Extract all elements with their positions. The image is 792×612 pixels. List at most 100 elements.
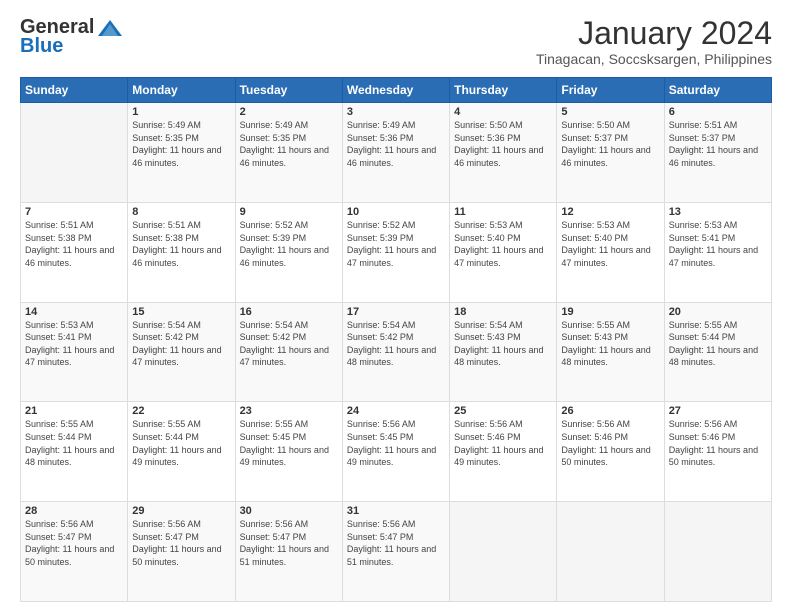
day-info: Sunrise: 5:55 AMSunset: 5:44 PMDaylight:… <box>132 418 230 468</box>
day-number: 1 <box>132 106 230 118</box>
calendar-cell: 26Sunrise: 5:56 AMSunset: 5:46 PMDayligh… <box>557 402 664 502</box>
day-number: 22 <box>132 405 230 417</box>
day-info: Sunrise: 5:50 AMSunset: 5:37 PMDaylight:… <box>561 119 659 169</box>
day-info: Sunrise: 5:56 AMSunset: 5:45 PMDaylight:… <box>347 418 445 468</box>
calendar-cell: 16Sunrise: 5:54 AMSunset: 5:42 PMDayligh… <box>235 302 342 402</box>
day-info: Sunrise: 5:56 AMSunset: 5:47 PMDaylight:… <box>132 518 230 568</box>
calendar-week-2: 14Sunrise: 5:53 AMSunset: 5:41 PMDayligh… <box>21 302 772 402</box>
day-info: Sunrise: 5:56 AMSunset: 5:46 PMDaylight:… <box>561 418 659 468</box>
calendar-cell: 12Sunrise: 5:53 AMSunset: 5:40 PMDayligh… <box>557 202 664 302</box>
calendar-table: Sunday Monday Tuesday Wednesday Thursday… <box>20 77 772 602</box>
calendar-cell: 5Sunrise: 5:50 AMSunset: 5:37 PMDaylight… <box>557 103 664 203</box>
day-number: 5 <box>561 106 659 118</box>
calendar-cell: 30Sunrise: 5:56 AMSunset: 5:47 PMDayligh… <box>235 502 342 602</box>
day-number: 16 <box>240 306 338 318</box>
calendar-cell: 18Sunrise: 5:54 AMSunset: 5:43 PMDayligh… <box>450 302 557 402</box>
day-info: Sunrise: 5:55 AMSunset: 5:44 PMDaylight:… <box>25 418 123 468</box>
day-number: 17 <box>347 306 445 318</box>
calendar-cell: 8Sunrise: 5:51 AMSunset: 5:38 PMDaylight… <box>128 202 235 302</box>
day-info: Sunrise: 5:56 AMSunset: 5:47 PMDaylight:… <box>347 518 445 568</box>
day-info: Sunrise: 5:56 AMSunset: 5:47 PMDaylight:… <box>240 518 338 568</box>
day-info: Sunrise: 5:49 AMSunset: 5:35 PMDaylight:… <box>132 119 230 169</box>
col-monday: Monday <box>128 78 235 103</box>
day-info: Sunrise: 5:53 AMSunset: 5:41 PMDaylight:… <box>25 319 123 369</box>
day-number: 20 <box>669 306 767 318</box>
calendar-cell: 13Sunrise: 5:53 AMSunset: 5:41 PMDayligh… <box>664 202 771 302</box>
day-number: 25 <box>454 405 552 417</box>
day-info: Sunrise: 5:56 AMSunset: 5:46 PMDaylight:… <box>454 418 552 468</box>
day-number: 14 <box>25 306 123 318</box>
day-number: 6 <box>669 106 767 118</box>
calendar-cell: 28Sunrise: 5:56 AMSunset: 5:47 PMDayligh… <box>21 502 128 602</box>
day-number: 31 <box>347 505 445 517</box>
calendar-cell: 20Sunrise: 5:55 AMSunset: 5:44 PMDayligh… <box>664 302 771 402</box>
calendar-cell: 9Sunrise: 5:52 AMSunset: 5:39 PMDaylight… <box>235 202 342 302</box>
day-info: Sunrise: 5:52 AMSunset: 5:39 PMDaylight:… <box>347 219 445 269</box>
day-number: 7 <box>25 206 123 218</box>
calendar-cell: 3Sunrise: 5:49 AMSunset: 5:36 PMDaylight… <box>342 103 449 203</box>
day-info: Sunrise: 5:55 AMSunset: 5:44 PMDaylight:… <box>669 319 767 369</box>
calendar-week-1: 7Sunrise: 5:51 AMSunset: 5:38 PMDaylight… <box>21 202 772 302</box>
day-number: 30 <box>240 505 338 517</box>
col-thursday: Thursday <box>450 78 557 103</box>
calendar-cell: 27Sunrise: 5:56 AMSunset: 5:46 PMDayligh… <box>664 402 771 502</box>
col-friday: Friday <box>557 78 664 103</box>
calendar-week-0: 1Sunrise: 5:49 AMSunset: 5:35 PMDaylight… <box>21 103 772 203</box>
calendar-cell: 1Sunrise: 5:49 AMSunset: 5:35 PMDaylight… <box>128 103 235 203</box>
calendar-cell: 23Sunrise: 5:55 AMSunset: 5:45 PMDayligh… <box>235 402 342 502</box>
day-info: Sunrise: 5:50 AMSunset: 5:36 PMDaylight:… <box>454 119 552 169</box>
day-number: 19 <box>561 306 659 318</box>
col-wednesday: Wednesday <box>342 78 449 103</box>
day-info: Sunrise: 5:54 AMSunset: 5:42 PMDaylight:… <box>347 319 445 369</box>
calendar-cell: 15Sunrise: 5:54 AMSunset: 5:42 PMDayligh… <box>128 302 235 402</box>
month-title: January 2024 <box>536 16 772 51</box>
day-number: 23 <box>240 405 338 417</box>
day-info: Sunrise: 5:54 AMSunset: 5:42 PMDaylight:… <box>240 319 338 369</box>
calendar-cell: 22Sunrise: 5:55 AMSunset: 5:44 PMDayligh… <box>128 402 235 502</box>
calendar-cell: 10Sunrise: 5:52 AMSunset: 5:39 PMDayligh… <box>342 202 449 302</box>
calendar-cell: 31Sunrise: 5:56 AMSunset: 5:47 PMDayligh… <box>342 502 449 602</box>
calendar-cell: 19Sunrise: 5:55 AMSunset: 5:43 PMDayligh… <box>557 302 664 402</box>
calendar-header: Sunday Monday Tuesday Wednesday Thursday… <box>21 78 772 103</box>
day-info: Sunrise: 5:56 AMSunset: 5:46 PMDaylight:… <box>669 418 767 468</box>
day-info: Sunrise: 5:56 AMSunset: 5:47 PMDaylight:… <box>25 518 123 568</box>
day-number: 13 <box>669 206 767 218</box>
day-number: 2 <box>240 106 338 118</box>
location: Tinagacan, Soccsksargen, Philippines <box>536 51 772 67</box>
calendar-cell: 21Sunrise: 5:55 AMSunset: 5:44 PMDayligh… <box>21 402 128 502</box>
day-info: Sunrise: 5:53 AMSunset: 5:40 PMDaylight:… <box>561 219 659 269</box>
calendar-cell <box>21 103 128 203</box>
calendar-cell: 2Sunrise: 5:49 AMSunset: 5:35 PMDaylight… <box>235 103 342 203</box>
day-info: Sunrise: 5:51 AMSunset: 5:38 PMDaylight:… <box>25 219 123 269</box>
calendar-cell: 7Sunrise: 5:51 AMSunset: 5:38 PMDaylight… <box>21 202 128 302</box>
logo: General Blue <box>20 16 124 58</box>
calendar-cell: 24Sunrise: 5:56 AMSunset: 5:45 PMDayligh… <box>342 402 449 502</box>
day-info: Sunrise: 5:53 AMSunset: 5:40 PMDaylight:… <box>454 219 552 269</box>
col-saturday: Saturday <box>664 78 771 103</box>
day-number: 21 <box>25 405 123 417</box>
header: General Blue January 2024 Tinagacan, Soc… <box>20 16 772 67</box>
calendar-week-4: 28Sunrise: 5:56 AMSunset: 5:47 PMDayligh… <box>21 502 772 602</box>
col-sunday: Sunday <box>21 78 128 103</box>
day-info: Sunrise: 5:55 AMSunset: 5:45 PMDaylight:… <box>240 418 338 468</box>
calendar-cell <box>450 502 557 602</box>
day-number: 8 <box>132 206 230 218</box>
logo-blue: Blue <box>20 35 63 58</box>
day-number: 28 <box>25 505 123 517</box>
calendar-cell: 6Sunrise: 5:51 AMSunset: 5:37 PMDaylight… <box>664 103 771 203</box>
day-number: 3 <box>347 106 445 118</box>
days-row: Sunday Monday Tuesday Wednesday Thursday… <box>21 78 772 103</box>
calendar-cell: 11Sunrise: 5:53 AMSunset: 5:40 PMDayligh… <box>450 202 557 302</box>
day-info: Sunrise: 5:52 AMSunset: 5:39 PMDaylight:… <box>240 219 338 269</box>
day-number: 10 <box>347 206 445 218</box>
day-info: Sunrise: 5:53 AMSunset: 5:41 PMDaylight:… <box>669 219 767 269</box>
day-info: Sunrise: 5:49 AMSunset: 5:35 PMDaylight:… <box>240 119 338 169</box>
day-number: 24 <box>347 405 445 417</box>
day-info: Sunrise: 5:51 AMSunset: 5:37 PMDaylight:… <box>669 119 767 169</box>
calendar-cell <box>664 502 771 602</box>
day-info: Sunrise: 5:55 AMSunset: 5:43 PMDaylight:… <box>561 319 659 369</box>
calendar-cell: 4Sunrise: 5:50 AMSunset: 5:36 PMDaylight… <box>450 103 557 203</box>
day-info: Sunrise: 5:54 AMSunset: 5:42 PMDaylight:… <box>132 319 230 369</box>
day-info: Sunrise: 5:54 AMSunset: 5:43 PMDaylight:… <box>454 319 552 369</box>
day-info: Sunrise: 5:49 AMSunset: 5:36 PMDaylight:… <box>347 119 445 169</box>
